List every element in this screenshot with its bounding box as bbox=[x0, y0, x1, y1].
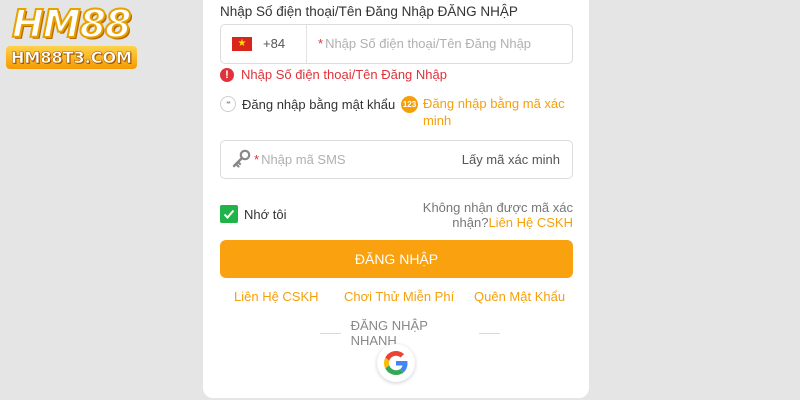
phone-placeholder-text: Nhập Số điện thoại/Tên Đăng Nhập bbox=[325, 36, 532, 51]
phone-input[interactable]: ★ +84 * Nhập Số điện thoại/Tên Đăng Nhập bbox=[220, 24, 573, 64]
logo-domain: HM88T3.COM bbox=[6, 46, 137, 69]
asterisks-icon: ** bbox=[220, 96, 236, 112]
divider-line bbox=[320, 332, 341, 334]
phone-placeholder: * Nhập Số điện thoại/Tên Đăng Nhập bbox=[318, 36, 531, 51]
forgot-password-link[interactable]: Quên Mật Khẩu bbox=[474, 289, 565, 304]
sms-code-input[interactable]: * Nhập mã SMS Lấy mã xác minh bbox=[220, 140, 573, 179]
checkbox[interactable] bbox=[220, 205, 238, 223]
checkmark-icon bbox=[223, 209, 235, 219]
login-button[interactable]: ĐĂNG NHẬP bbox=[220, 240, 573, 278]
form-title: Nhập Số điện thoại/Tên Đăng Nhập ĐĂNG NH… bbox=[220, 4, 518, 19]
exclamation-icon: ! bbox=[220, 67, 234, 82]
remember-label: Nhớ tôi bbox=[244, 206, 287, 222]
remember-me[interactable]: Nhớ tôi bbox=[220, 205, 287, 223]
login-with-password-option[interactable]: ** Đăng nhập bằng mật khẩu bbox=[220, 96, 395, 112]
error-message: ! Nhập Số điện thoại/Tên Đăng Nhập bbox=[220, 67, 447, 82]
divider bbox=[306, 25, 307, 63]
no-code-help: Không nhận được mã xác nhận?Liên Hệ CSKH bbox=[400, 200, 573, 230]
vietnam-flag-icon[interactable]: ★ bbox=[232, 37, 252, 51]
required-star: * bbox=[318, 36, 324, 51]
login-with-code-label: Đăng nhập bằng mã xác minh bbox=[423, 96, 565, 128]
google-login-button[interactable] bbox=[377, 344, 415, 382]
contact-support-footer-link[interactable]: Liên Hệ CSKH bbox=[234, 289, 319, 304]
login-with-code-option[interactable]: 123 Đăng nhập bằng mã xác minh bbox=[401, 95, 571, 129]
required-star: * bbox=[254, 152, 260, 167]
divider-line bbox=[479, 332, 500, 334]
brand-logo: HM88 HM88T3.COM bbox=[6, 1, 137, 72]
google-icon bbox=[384, 351, 408, 375]
quick-login-divider: ĐĂNG NHẬP NHANH bbox=[310, 318, 510, 348]
sms-placeholder: * Nhập mã SMS bbox=[254, 152, 346, 167]
contact-support-link[interactable]: Liên Hệ CSKH bbox=[488, 215, 573, 230]
login-with-password-label: Đăng nhập bằng mật khẩu bbox=[242, 96, 396, 112]
numbers-123-icon: 123 bbox=[401, 96, 418, 113]
logo-title: HM88 bbox=[11, 1, 132, 47]
error-text: Nhập Số điện thoại/Tên Đăng Nhập bbox=[241, 67, 447, 82]
get-code-button[interactable]: Lấy mã xác minh bbox=[462, 152, 560, 167]
country-code[interactable]: +84 bbox=[263, 36, 285, 51]
free-trial-link[interactable]: Chơi Thử Miễn Phí bbox=[344, 289, 454, 304]
key-icon bbox=[232, 149, 251, 168]
quick-login-label: ĐĂNG NHẬP NHANH bbox=[350, 318, 428, 348]
sms-placeholder-text: Nhập mã SMS bbox=[261, 152, 346, 167]
